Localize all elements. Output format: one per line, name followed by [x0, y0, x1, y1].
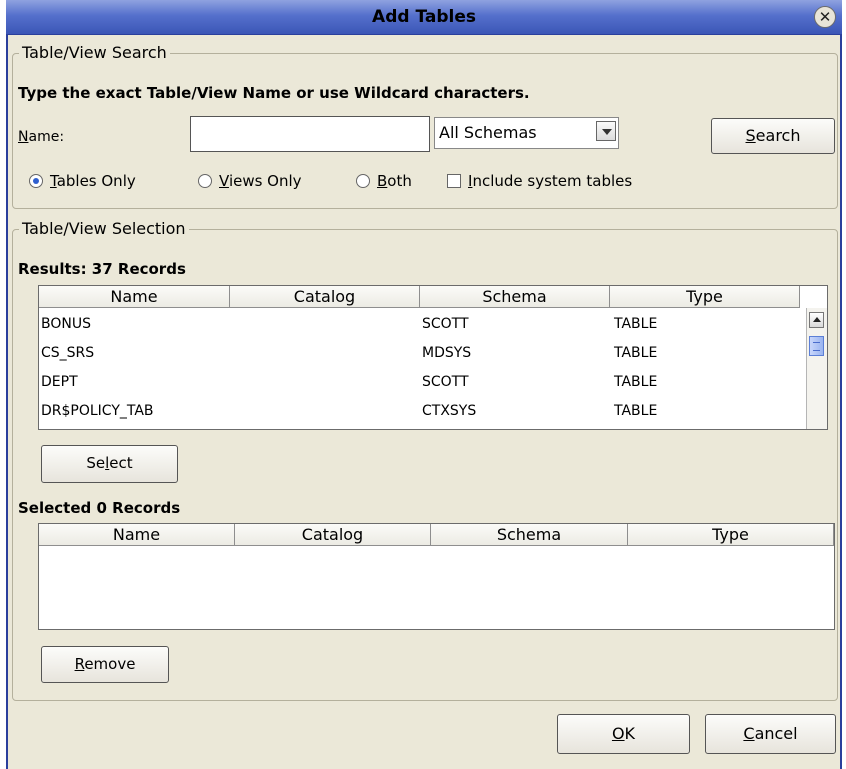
- selected-table: Name Catalog Schema Type: [38, 523, 835, 630]
- radio-views-only-label[interactable]: Views Only: [219, 172, 302, 190]
- radio-views-only[interactable]: [198, 174, 212, 188]
- row-cell-schema: SCOTT: [422, 316, 469, 332]
- ok-button[interactable]: OK: [557, 714, 690, 754]
- row-cell-name: DR$POLICY_TAB: [41, 403, 154, 419]
- results-count-label: Results: 37 Records: [18, 260, 186, 278]
- name-label: Name:: [18, 129, 65, 145]
- select-button[interactable]: Select: [41, 445, 178, 483]
- row-cell-schema: SCOTT: [422, 374, 469, 390]
- include-system-tables-checkbox[interactable]: [447, 174, 461, 188]
- row-cell-type: TABLE: [614, 403, 658, 419]
- schema-selected: All Schemas: [439, 123, 537, 142]
- column-header-name[interactable]: Name: [39, 286, 230, 308]
- title-bar[interactable]: Add Tables ✕: [6, 0, 842, 35]
- include-system-tables-label[interactable]: Include system tables: [468, 172, 632, 190]
- selected-column-header-catalog[interactable]: Catalog: [235, 524, 431, 546]
- search-group: Table/View Search Type the exact Table/V…: [12, 43, 838, 209]
- results-table: Name Catalog Schema Type BONUS SCOTT TAB…: [38, 285, 828, 430]
- search-instruction: Type the exact Table/View Name or use Wi…: [18, 84, 530, 102]
- row-cell-type: TABLE: [614, 316, 658, 332]
- dialog-title: Add Tables: [372, 7, 476, 27]
- arrow-up-icon[interactable]: [809, 312, 824, 328]
- column-header-catalog[interactable]: Catalog: [230, 286, 420, 308]
- results-scrollbar[interactable]: [806, 308, 827, 429]
- selected-column-header-schema[interactable]: Schema: [431, 524, 628, 546]
- row-cell-name: BONUS: [41, 316, 91, 332]
- row-cell-type: TABLE: [614, 345, 658, 361]
- selection-group: Table/View Selection Results: 37 Records…: [12, 219, 838, 701]
- schema-dropdown[interactable]: All Schemas: [434, 117, 619, 149]
- scrollbar-thumb[interactable]: [809, 336, 824, 356]
- column-header-type[interactable]: Type: [610, 286, 800, 308]
- row-cell-name: CS_SRS: [41, 345, 95, 361]
- cancel-button[interactable]: Cancel: [705, 714, 836, 754]
- radio-tables-only[interactable]: [29, 174, 43, 188]
- close-icon[interactable]: ✕: [814, 6, 836, 28]
- search-button[interactable]: Search: [711, 118, 835, 154]
- radio-tables-only-label[interactable]: Tables Only: [50, 172, 136, 190]
- selection-group-legend: Table/View Selection: [19, 219, 189, 238]
- name-input[interactable]: [190, 116, 430, 152]
- chevron-down-icon[interactable]: [596, 121, 616, 141]
- row-cell-type: TABLE: [614, 374, 658, 390]
- column-header-schema[interactable]: Schema: [420, 286, 610, 308]
- add-tables-dialog: Add Tables ✕ Table/View Search Type the …: [6, 0, 842, 769]
- remove-button[interactable]: Remove: [41, 646, 169, 683]
- radio-both-label[interactable]: Both: [377, 172, 412, 190]
- row-cell-name: DEPT: [41, 374, 78, 390]
- search-group-legend: Table/View Search: [19, 43, 170, 62]
- row-cell-schema: CTXSYS: [422, 403, 477, 419]
- selected-column-header-name[interactable]: Name: [39, 524, 235, 546]
- selected-count-label: Selected 0 Records: [18, 499, 181, 517]
- radio-both[interactable]: [356, 174, 370, 188]
- selected-column-header-type[interactable]: Type: [628, 524, 834, 546]
- row-cell-schema: MDSYS: [422, 345, 472, 361]
